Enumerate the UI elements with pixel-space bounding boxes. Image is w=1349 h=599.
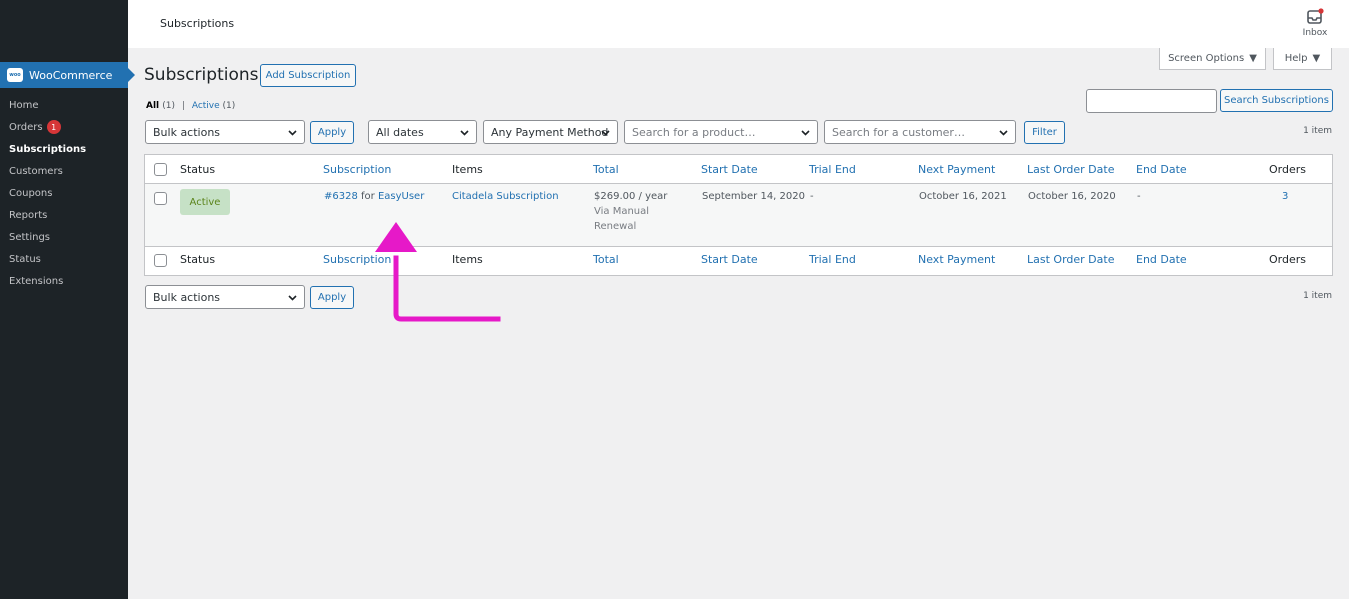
woocommerce-menu-header[interactable]: woo WooCommerce [0, 62, 135, 88]
table-row: Active #6328 for EasyUser Citadela Subsc… [145, 184, 1332, 247]
inbox-button[interactable]: Inbox [1301, 8, 1329, 38]
sidebar-item-reports[interactable]: Reports [0, 204, 128, 226]
table-footer: Status Subscription Items Total Start Da… [145, 247, 1332, 275]
column-last-order-date[interactable]: Last Order Date [1027, 163, 1114, 176]
admin-sidebar: woo WooCommerce Home Orders 1 Subscriptio… [0, 0, 135, 599]
column-status: Status [180, 163, 216, 176]
column-orders: Orders [1269, 163, 1306, 176]
status-filter-links: All (1) | Active (1) [146, 101, 236, 111]
row-checkbox[interactable] [154, 192, 167, 205]
annotation-arrow-icon [375, 222, 501, 322]
column-next-payment[interactable]: Next Payment [918, 163, 995, 176]
chevron-down-icon [460, 130, 469, 136]
next-payment-cell: October 16, 2021 [919, 191, 1007, 202]
orders-count-link[interactable]: 3 [1282, 191, 1288, 202]
woocommerce-header: Subscriptions Inbox [128, 0, 1349, 48]
column-last-order-date[interactable]: Last Order Date [1027, 253, 1114, 266]
breadcrumb: Subscriptions [160, 17, 235, 30]
filter-active-link[interactable]: Active (1) [192, 101, 235, 111]
inbox-icon [1307, 8, 1324, 24]
column-subscription[interactable]: Subscription [323, 163, 391, 176]
orders-count-badge: 1 [46, 120, 61, 134]
column-status: Status [180, 253, 216, 266]
sidebar-item-customers[interactable]: Customers [0, 160, 128, 182]
column-trial-end[interactable]: Trial End [809, 163, 856, 176]
end-date-cell: - [1137, 191, 1141, 202]
inbox-label: Inbox [1302, 28, 1328, 38]
product-search-select[interactable]: Search for a product… [624, 120, 818, 144]
item-count: 1 item [1303, 126, 1332, 136]
column-start-date[interactable]: Start Date [701, 163, 758, 176]
sidebar-item-settings[interactable]: Settings [0, 226, 128, 248]
subscription-cell: #6328 for EasyUser [324, 191, 425, 202]
select-all-checkbox[interactable] [154, 163, 167, 176]
column-end-date[interactable]: End Date [1136, 253, 1187, 266]
column-items: Items [452, 163, 483, 176]
column-start-date[interactable]: Start Date [701, 253, 758, 266]
trial-end-cell: - [810, 191, 814, 202]
table-header: Status Subscription Items Total Start Da… [145, 155, 1332, 184]
chevron-down-icon [601, 130, 610, 136]
add-subscription-button[interactable]: Add Subscription [260, 64, 356, 87]
woocommerce-submenu: Home Orders 1 Subscriptions Customers Cou… [0, 94, 128, 292]
payment-method-select[interactable]: Any Payment Method [483, 120, 618, 144]
woocommerce-logo-icon: woo [7, 68, 23, 82]
select-all-checkbox-footer[interactable] [154, 254, 167, 267]
total-cell: $269.00 / year Via Manual Renewal [594, 191, 668, 232]
item-link[interactable]: Citadela Subscription [452, 191, 559, 202]
customer-link[interactable]: EasyUser [378, 191, 424, 202]
status-badge: Active [180, 189, 230, 215]
column-total[interactable]: Total [593, 163, 619, 176]
caret-down-icon: ▼ [1312, 53, 1321, 64]
chevron-down-icon [288, 295, 297, 301]
column-orders: Orders [1269, 253, 1306, 266]
subscription-link[interactable]: #6328 [324, 191, 358, 202]
apply-button-bottom[interactable]: Apply [310, 286, 354, 309]
sidebar-item-subscriptions[interactable]: Subscriptions [0, 138, 128, 160]
bulk-actions-select[interactable]: Bulk actions [145, 120, 305, 144]
bulk-actions-select-bottom[interactable]: Bulk actions [145, 285, 305, 309]
sidebar-item-status[interactable]: Status [0, 248, 128, 270]
chevron-down-icon [801, 130, 810, 136]
subscription-search-input[interactable] [1086, 89, 1217, 113]
apply-button[interactable]: Apply [310, 121, 354, 144]
sidebar-item-extensions[interactable]: Extensions [0, 270, 128, 292]
woocommerce-menu-label: WooCommerce [29, 68, 113, 82]
column-end-date[interactable]: End Date [1136, 163, 1187, 176]
item-count-bottom: 1 item [1303, 291, 1332, 301]
last-order-date-cell: October 16, 2020 [1028, 191, 1116, 202]
subscriptions-table: Status Subscription Items Total Start Da… [144, 154, 1333, 276]
caret-down-icon: ▼ [1249, 53, 1257, 64]
start-date-cell: September 14, 2020 [702, 191, 805, 202]
sidebar-item-coupons[interactable]: Coupons [0, 182, 128, 204]
sidebar-item-home[interactable]: Home [0, 94, 128, 116]
column-total[interactable]: Total [593, 253, 619, 266]
page-title: Subscriptions [144, 65, 259, 85]
help-button[interactable]: Help ▼ [1273, 48, 1332, 70]
sidebar-item-orders[interactable]: Orders 1 [0, 116, 128, 138]
search-subscriptions-button[interactable]: Search Subscriptions [1220, 89, 1333, 112]
chevron-down-icon [288, 130, 297, 136]
column-trial-end[interactable]: Trial End [809, 253, 856, 266]
date-filter-select[interactable]: All dates [368, 120, 477, 144]
customer-search-select[interactable]: Search for a customer… [824, 120, 1016, 144]
column-next-payment[interactable]: Next Payment [918, 253, 995, 266]
filter-all-link[interactable]: All (1) [146, 101, 175, 111]
filter-button[interactable]: Filter [1024, 121, 1065, 144]
screen-options-button[interactable]: Screen Options ▼ [1159, 48, 1266, 70]
chevron-down-icon [999, 130, 1008, 136]
